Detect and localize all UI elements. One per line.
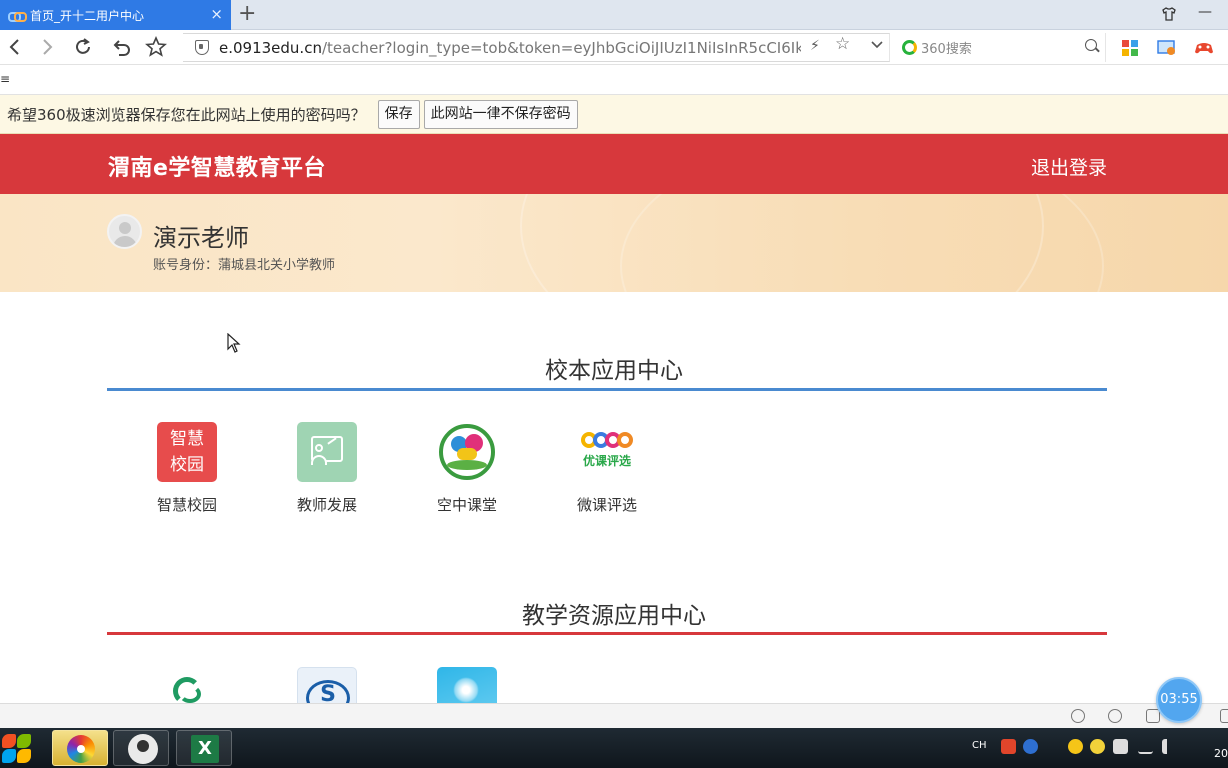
browser-status-bar bbox=[0, 703, 1228, 728]
section-title-school-apps: 校本应用中心 bbox=[545, 358, 683, 384]
app-resource-1[interactable] bbox=[147, 667, 227, 703]
url-host: e.0913edu.cn bbox=[219, 38, 322, 57]
app-resource-3[interactable] bbox=[427, 667, 507, 703]
browser-address-bar: e.0913edu.cn/teacher?login_type=tob&toke… bbox=[0, 30, 1228, 65]
icon-text-bottom: 校园 bbox=[170, 455, 204, 475]
tab-title: 首页_开十二用户中心 bbox=[30, 8, 145, 23]
search-input[interactable]: 360搜索 bbox=[892, 33, 1106, 62]
never-save-password-button[interactable]: 此网站一律不保存密码 bbox=[423, 99, 578, 129]
sogou-input-icon[interactable] bbox=[1001, 739, 1016, 754]
start-button-icon[interactable] bbox=[0, 731, 34, 765]
air-classroom-icon[interactable] bbox=[437, 422, 497, 482]
app-resource-2[interactable]: S bbox=[287, 667, 367, 703]
url-path: /teacher?login_type=tob&token=eyJhbGciOi… bbox=[321, 38, 801, 57]
icon-text-top: 智慧 bbox=[170, 429, 204, 449]
site-favicon-icon bbox=[8, 9, 27, 22]
signal-icon[interactable] bbox=[1138, 739, 1153, 754]
user-name: 演示老师 bbox=[153, 224, 249, 252]
browser-tab-active[interactable]: 首页_开十二用户中心 × bbox=[0, 0, 231, 30]
save-password-infobar: 希望360极速浏览器保存您在此网站上使用的密码吗？ 保存 此网站一律不保存密码 bbox=[0, 95, 1228, 134]
search-engine-logo-icon bbox=[902, 40, 917, 55]
mouse-cursor-icon bbox=[227, 332, 241, 357]
app-air-classroom[interactable]: 空中课堂 bbox=[427, 422, 507, 515]
chevron-down-icon[interactable] bbox=[870, 36, 884, 55]
browser-tab-bar: 首页_开十二用户中心 × + — bbox=[0, 0, 1228, 30]
tab-close-icon[interactable]: × bbox=[210, 6, 223, 22]
app-smart-campus[interactable]: 智慧 校园 智慧校园 bbox=[147, 422, 227, 515]
forward-icon[interactable] bbox=[36, 36, 58, 58]
network-icon[interactable] bbox=[1108, 709, 1122, 723]
micro-course-icon[interactable]: 优课评选 bbox=[577, 422, 637, 482]
reload-icon[interactable] bbox=[72, 36, 94, 58]
search-placeholder: 360搜索 bbox=[921, 42, 972, 57]
teacher-development-icon[interactable] bbox=[297, 422, 357, 482]
url-field[interactable]: e.0913edu.cn/teacher?login_type=tob&toke… bbox=[183, 33, 890, 62]
undo-close-icon[interactable] bbox=[110, 36, 132, 58]
section-divider bbox=[107, 632, 1107, 635]
bookmarks-bar: ≡ bbox=[0, 66, 1228, 95]
window-mode-icon[interactable] bbox=[1220, 709, 1228, 723]
floating-timer[interactable]: 03:55 bbox=[1156, 677, 1202, 723]
skin-shirt-icon[interactable] bbox=[1161, 6, 1177, 26]
favorite-star-icon[interactable] bbox=[145, 35, 167, 58]
profile-banner: 演示老师 账号身份：蒲城县北关小学教师 bbox=[0, 194, 1228, 292]
security-shield-icon[interactable] bbox=[195, 40, 209, 55]
back-icon[interactable] bbox=[4, 36, 26, 58]
apps-grid-icon[interactable] bbox=[1121, 39, 1139, 57]
taskbar-app-browser[interactable] bbox=[52, 730, 108, 766]
system-tray: CH 20 bbox=[968, 728, 1228, 768]
site-title[interactable]: 渭南e学智慧教育平台 bbox=[108, 150, 326, 182]
help-icon[interactable] bbox=[1023, 739, 1038, 754]
section-divider bbox=[107, 388, 1107, 391]
smart-campus-icon[interactable]: 智慧 校园 bbox=[157, 422, 217, 482]
excel-icon: X bbox=[191, 735, 219, 763]
minimize-icon[interactable]: — bbox=[1198, 4, 1212, 20]
app-label[interactable]: 智慧校园 bbox=[147, 494, 227, 515]
user-app-icon bbox=[128, 734, 158, 764]
speed-mode-icon[interactable]: ⚡ bbox=[810, 38, 820, 54]
qq-icon[interactable] bbox=[1068, 739, 1083, 754]
bookmark-page-icon[interactable]: ☆ bbox=[835, 34, 850, 54]
volume-icon[interactable] bbox=[1162, 739, 1177, 754]
device-icon[interactable] bbox=[1113, 739, 1128, 754]
app-micro-course[interactable]: 优课评选 微课评选 bbox=[567, 422, 647, 515]
avatar[interactable] bbox=[107, 214, 142, 249]
windows-taskbar: X CH 20 bbox=[0, 728, 1228, 768]
resource-cloud-icon[interactable]: S bbox=[297, 667, 357, 703]
url-text[interactable]: e.0913edu.cn/teacher?login_type=tob&toke… bbox=[219, 39, 801, 57]
site-header: 渭南e学智慧教育平台 退出登录 bbox=[0, 134, 1228, 194]
app-label[interactable]: 教师发展 bbox=[287, 494, 367, 515]
icon-text: 优课评选 bbox=[582, 454, 631, 468]
app-teacher-development[interactable]: 教师发展 bbox=[287, 422, 367, 515]
taskbar-app-excel[interactable]: X bbox=[176, 730, 232, 766]
clock[interactable]: 20 bbox=[1214, 747, 1228, 760]
save-password-button[interactable]: 保存 bbox=[377, 99, 420, 129]
bookmarks-menu-icon[interactable]: ≡ bbox=[0, 72, 10, 86]
app-label[interactable]: 微课评选 bbox=[567, 494, 647, 515]
resource-dandelion-icon[interactable] bbox=[437, 667, 497, 703]
security-guard-icon[interactable] bbox=[1090, 739, 1105, 754]
app-label[interactable]: 空中课堂 bbox=[427, 494, 507, 515]
game-controller-icon[interactable] bbox=[1194, 39, 1213, 57]
resource-swirl-icon[interactable] bbox=[157, 667, 217, 703]
user-identity: 账号身份：蒲城县北关小学教师 bbox=[153, 258, 336, 273]
infobar-message: 希望360极速浏览器保存您在此网站上使用的密码吗？ bbox=[7, 105, 366, 124]
accelerate-icon[interactable] bbox=[1071, 709, 1085, 723]
icon-text: S bbox=[320, 682, 336, 703]
pinwheel-app-icon bbox=[67, 735, 95, 763]
screenshot-tool-icon[interactable] bbox=[1157, 39, 1175, 57]
taskbar-app-chat[interactable] bbox=[113, 730, 169, 766]
input-language[interactable]: CH bbox=[972, 740, 987, 751]
new-tab-button[interactable]: + bbox=[238, 3, 256, 25]
search-icon[interactable] bbox=[1085, 39, 1097, 51]
section-title-teaching-resources: 教学资源应用中心 bbox=[522, 603, 706, 629]
logout-link[interactable]: 退出登录 bbox=[1031, 153, 1107, 180]
